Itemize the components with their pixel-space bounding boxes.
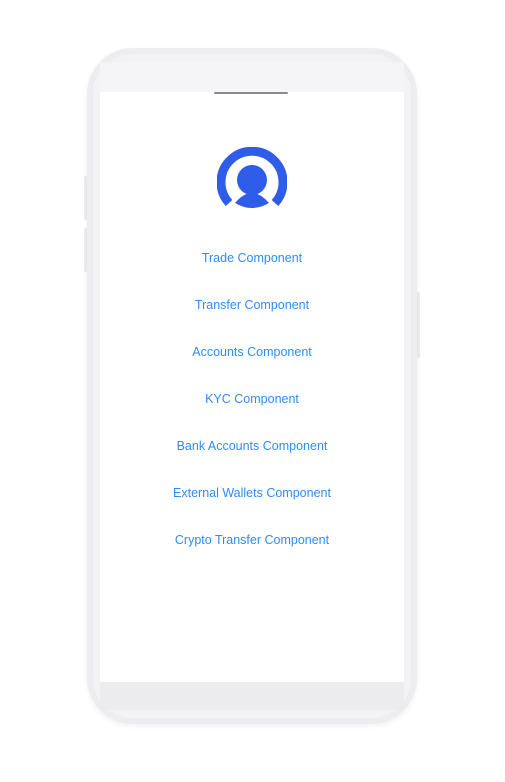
component-menu: Trade Component Transfer Component Accou…: [100, 247, 404, 576]
logo-shoulders: [235, 193, 269, 208]
power-button: [417, 292, 420, 358]
menu-item-bank-accounts[interactable]: Bank Accounts Component: [177, 435, 328, 482]
home-area: [100, 682, 404, 710]
user-ring-logo-icon: [217, 147, 287, 208]
menu-item-kyc[interactable]: KYC Component: [205, 388, 299, 435]
menu-item-transfer[interactable]: Transfer Component: [195, 294, 309, 341]
menu-item-trade[interactable]: Trade Component: [202, 247, 302, 294]
status-bar-area: [100, 62, 404, 92]
menu-item-accounts[interactable]: Accounts Component: [192, 341, 312, 388]
menu-item-external-wallets[interactable]: External Wallets Component: [173, 482, 331, 529]
logo-head: [237, 165, 267, 195]
header-divider: [214, 92, 288, 94]
app-screen: Trade Component Transfer Component Accou…: [100, 92, 404, 682]
menu-item-crypto-transfer[interactable]: Crypto Transfer Component: [175, 529, 329, 576]
